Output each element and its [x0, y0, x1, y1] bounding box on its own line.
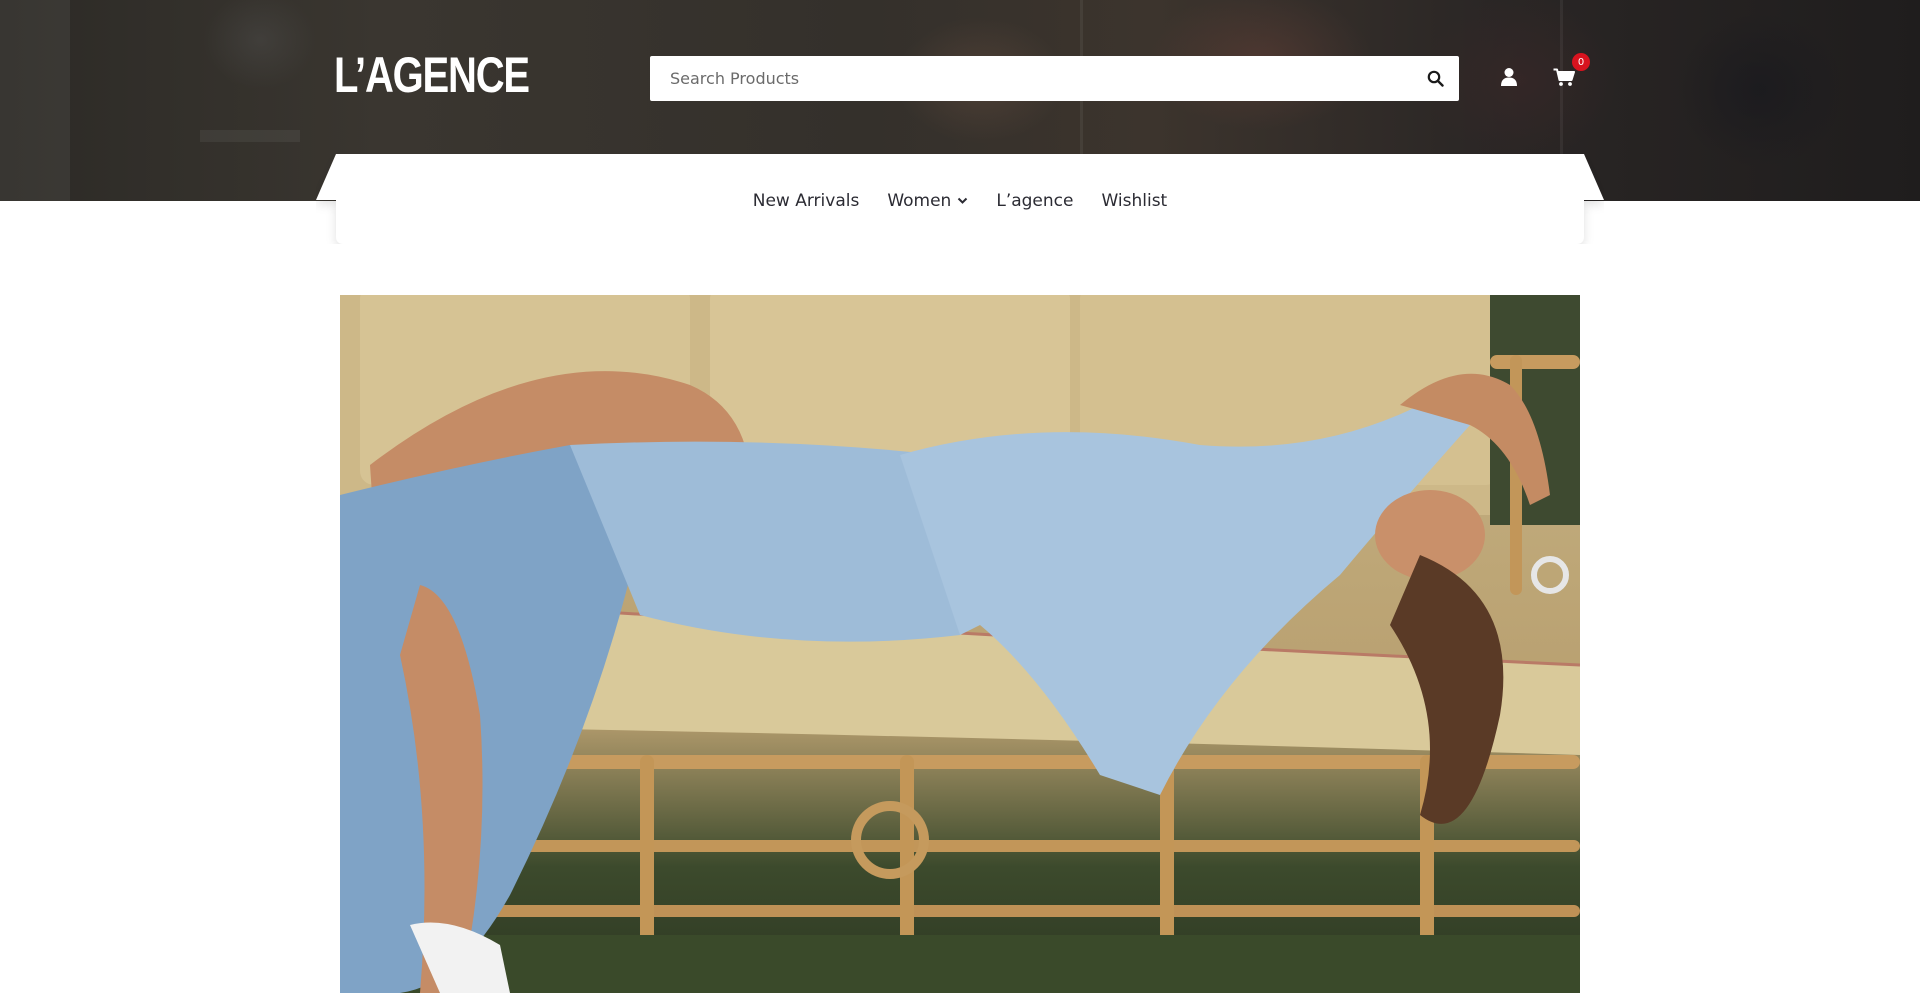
nav-lagence[interactable]: L’agence — [996, 191, 1073, 211]
nav-label-women: Women — [887, 191, 952, 211]
main-navigation: New Arrivals Women L’agence Wishlist — [316, 154, 1604, 244]
user-icon — [1501, 68, 1517, 86]
nav-label-new-arrivals: New Arrivals — [752, 191, 860, 211]
hero-illustration — [340, 295, 1580, 993]
account-button[interactable] — [1498, 66, 1520, 88]
nav-women[interactable]: Women — [887, 191, 968, 211]
nav-label-wishlist: Wishlist — [1101, 191, 1168, 211]
cart-count-badge: 0 — [1572, 53, 1590, 71]
cart-icon — [1553, 68, 1575, 86]
search-button[interactable] — [1411, 56, 1459, 101]
nav-new-arrivals[interactable]: New Arrivals — [753, 191, 860, 211]
search-icon — [1427, 70, 1444, 87]
cart-button[interactable] — [1552, 66, 1576, 88]
hero-banner-image[interactable] — [340, 295, 1580, 993]
chevron-down-icon — [958, 197, 968, 204]
site-logo[interactable]: L’AGENCE — [334, 50, 530, 100]
search-input[interactable] — [650, 56, 1411, 101]
nav-label-lagence: L’agence — [996, 191, 1074, 211]
nav-wishlist[interactable]: Wishlist — [1101, 191, 1167, 211]
search-bar — [650, 56, 1459, 101]
